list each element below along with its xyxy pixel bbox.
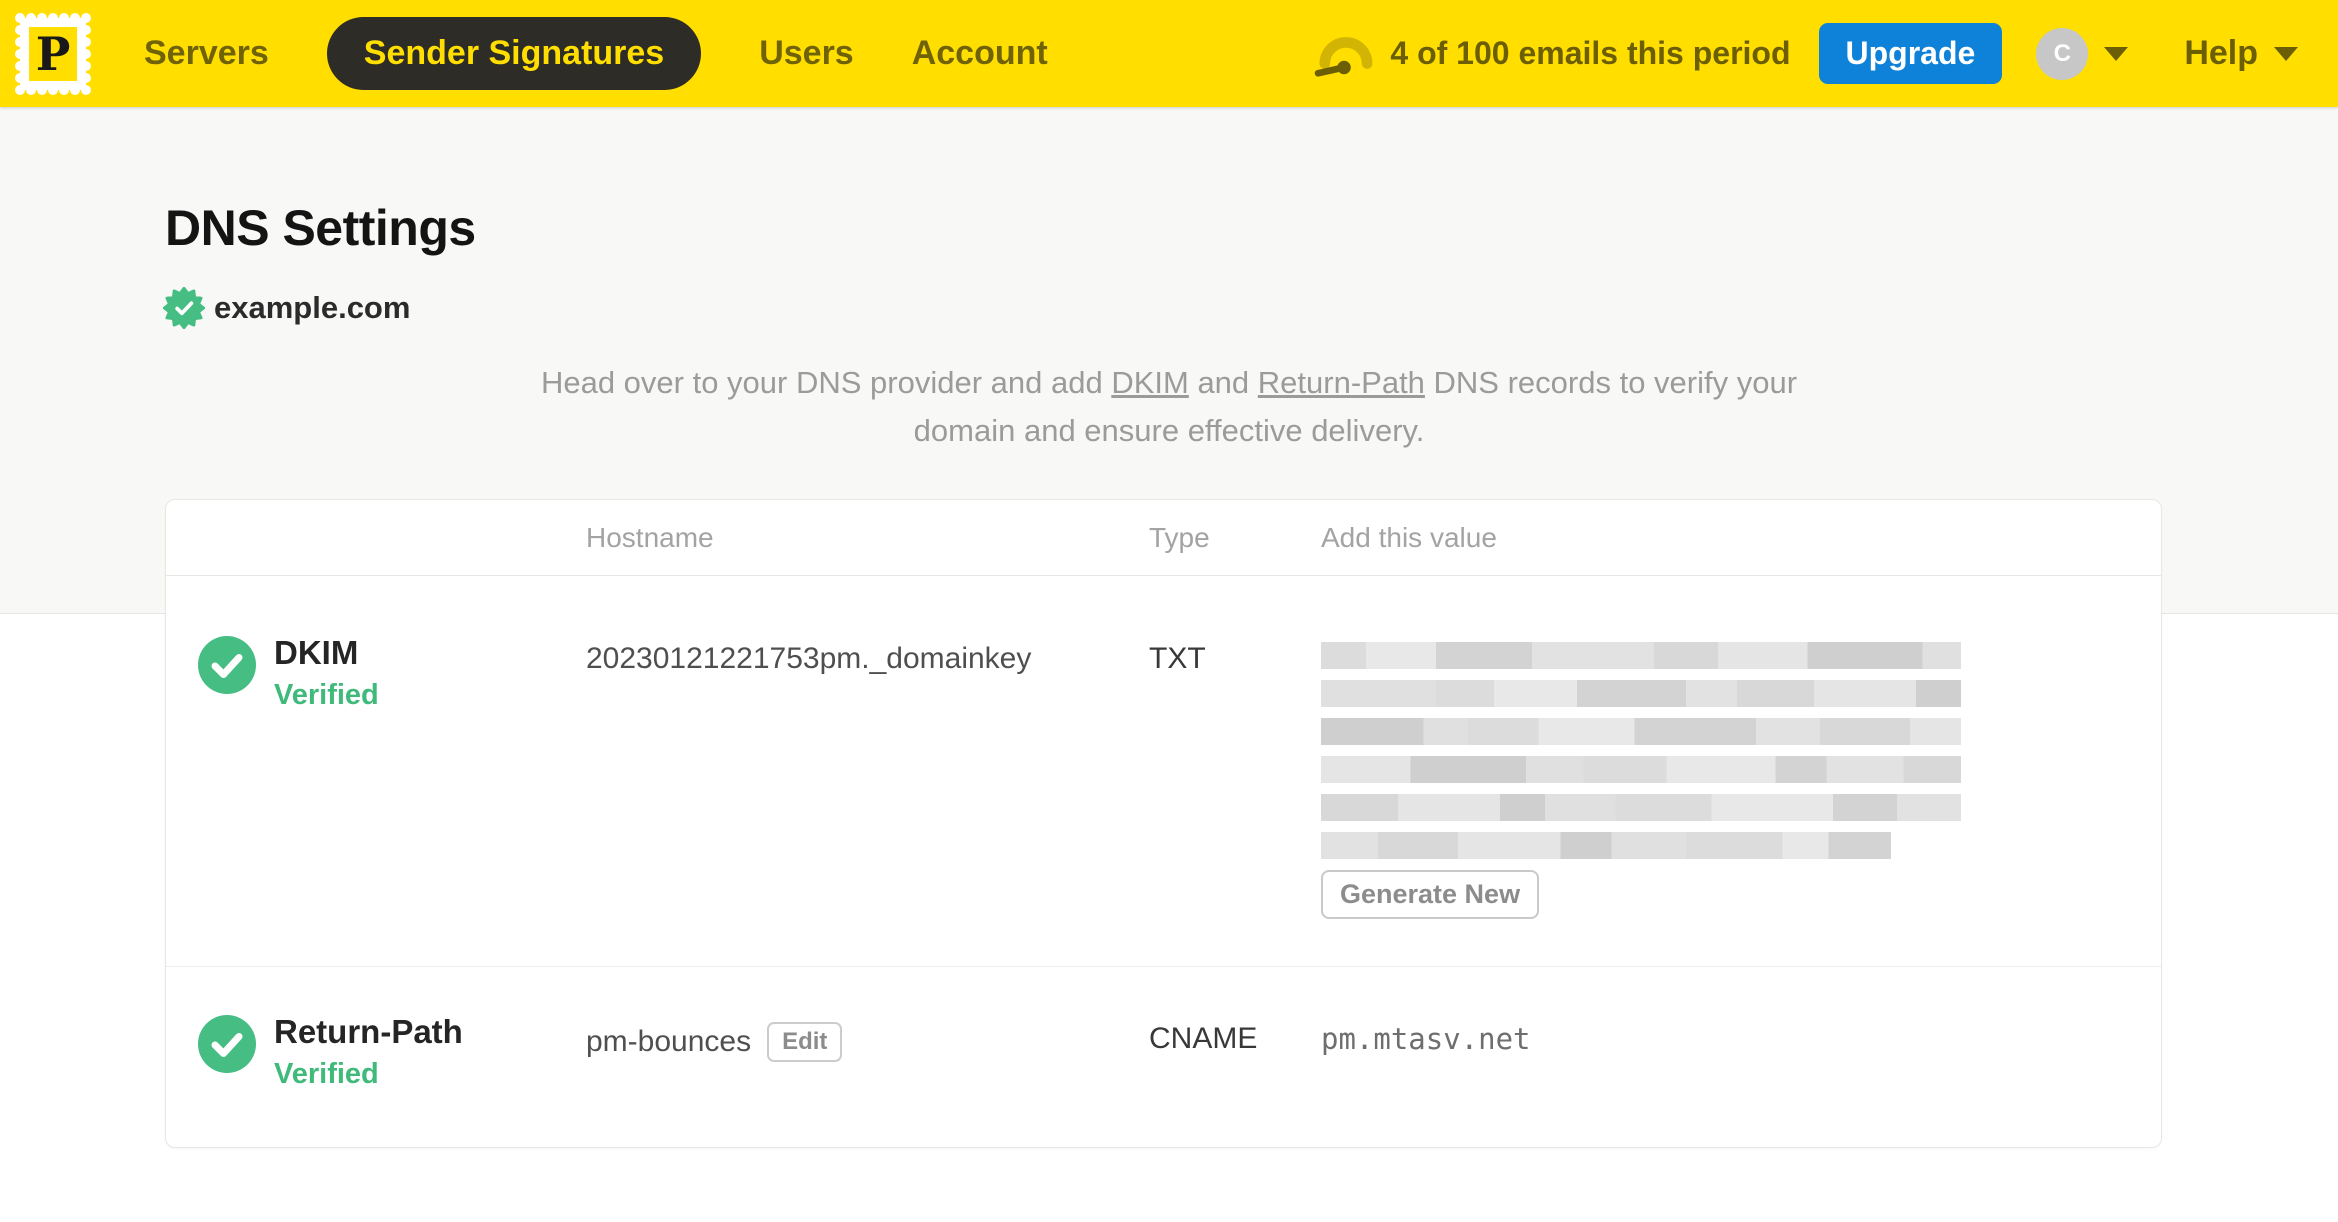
redacted-value-line — [1321, 680, 1961, 708]
redacted-value-line — [1321, 756, 1961, 784]
usage-gauge-icon — [1315, 36, 1373, 77]
usage-counter: 4 of 100 emails this period — [1390, 35, 1791, 71]
return-path-status-cell: Return-Path Verified — [166, 967, 586, 1147]
table-row-return-path: Return-Path Verified pm-bounces Edit CNA… — [166, 967, 2161, 1147]
status-badge: Verified — [274, 1057, 379, 1090]
dkim-status-texts: DKIM Verified — [274, 634, 379, 712]
verified-check-icon — [198, 636, 256, 695]
chevron-down-icon — [2104, 46, 2129, 61]
dns-records-card: Hostname Type Add this value DKIM Verifi… — [165, 499, 2162, 1149]
nav-users[interactable]: Users — [759, 34, 854, 73]
logo-letter: P — [36, 27, 71, 81]
dkim-link[interactable]: DKIM — [1111, 365, 1189, 400]
postmark-logo[interactable]: P — [14, 12, 92, 96]
redacted-value-line — [1321, 718, 1961, 746]
avatar[interactable]: C — [2036, 27, 2089, 80]
verified-seal-icon — [163, 287, 205, 329]
header-add-this-value: Add this value — [1321, 521, 1497, 553]
record-name: DKIM — [274, 634, 359, 672]
topbar-right-cluster: 4 of 100 emails this period Upgrade C He… — [1314, 23, 2298, 84]
main-content: DNS Settings example.com Head over to yo… — [0, 199, 2338, 1149]
description-text: and — [1188, 365, 1258, 400]
generate-new-button[interactable]: Generate New — [1321, 870, 1540, 920]
dkim-hostname: 20230121221753pm._domainkey — [586, 642, 1032, 676]
header-type: Type — [1149, 521, 1210, 553]
account-menu[interactable]: C — [2036, 27, 2129, 80]
header-hostname: Hostname — [586, 521, 714, 553]
dkim-value-cell: Generate New — [1321, 576, 2161, 966]
help-label: Help — [2184, 34, 2258, 72]
top-navigation-bar: P Servers Sender Signatures Users Accoun… — [0, 0, 2338, 107]
return-path-hostname-cell: pm-bounces Edit — [586, 967, 1149, 1147]
chevron-down-icon — [2274, 46, 2298, 61]
domain-row: example.com — [163, 287, 2338, 329]
redacted-dkim-value — [1321, 642, 1961, 860]
domain-name: example.com — [214, 290, 411, 325]
help-menu[interactable]: Help — [2184, 34, 2298, 73]
status-badge: Verified — [274, 678, 379, 711]
nav-servers[interactable]: Servers — [144, 34, 269, 73]
return-path-type: CNAME — [1149, 1022, 1258, 1056]
return-path-value: pm.mtasv.net — [1321, 1022, 1531, 1057]
page-title: DNS Settings — [165, 200, 476, 256]
table-header-row: Hostname Type Add this value — [166, 500, 2161, 577]
edit-button[interactable]: Edit — [767, 1022, 843, 1063]
primary-nav: Servers Sender Signatures Users Account — [144, 17, 1048, 90]
redacted-value-line — [1321, 832, 1891, 860]
page-description: Head over to your DNS provider and add D… — [529, 359, 1809, 455]
return-path-link[interactable]: Return-Path — [1258, 365, 1425, 400]
record-name: Return-Path — [274, 1013, 463, 1051]
redacted-value-line — [1321, 794, 1961, 822]
description-text: Head over to your DNS provider and add — [540, 365, 1112, 400]
nav-account[interactable]: Account — [912, 34, 1048, 73]
return-path-hostname: pm-bounces — [586, 1025, 752, 1059]
dkim-status-cell: DKIM Verified — [166, 576, 586, 966]
verified-check-icon — [198, 1015, 256, 1074]
redacted-value-line — [1321, 642, 1961, 670]
table-row-dkim: DKIM Verified 20230121221753pm._domainke… — [166, 576, 2161, 968]
upgrade-button[interactable]: Upgrade — [1818, 23, 2003, 84]
return-path-status-texts: Return-Path Verified — [274, 1013, 463, 1091]
nav-sender-signatures[interactable]: Sender Signatures — [326, 17, 702, 90]
dkim-type: TXT — [1149, 642, 1206, 676]
